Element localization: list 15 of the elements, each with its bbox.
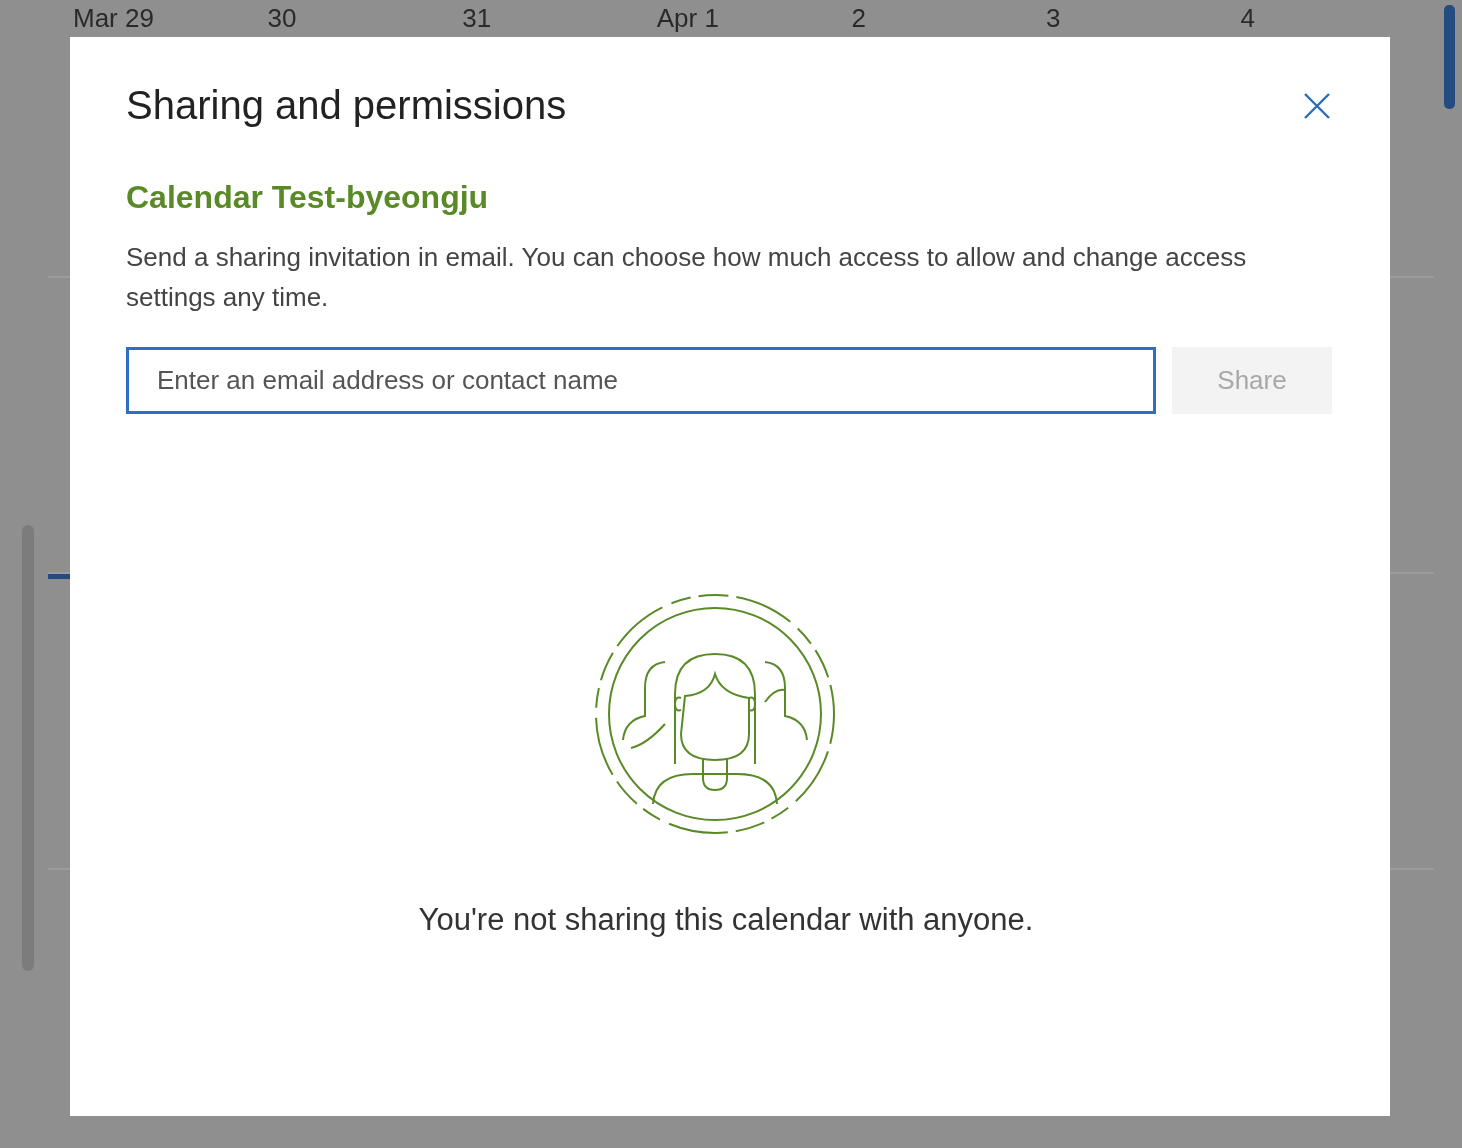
- empty-state-message: You're not sharing this calendar with anyone.: [418, 902, 1034, 938]
- day-header: 3: [1045, 2, 1061, 34]
- day-header: 4: [1240, 2, 1256, 34]
- description-text: Send a sharing invitation in email. You can choose how much access to allow and change access settings any time.: [126, 241, 1248, 314]
- dialog-title: Sharing and permissions: [126, 82, 567, 129]
- email-input-field[interactable]: Enter an email address or contact name: [126, 347, 1156, 414]
- day-header: 31: [462, 2, 492, 34]
- day-header: Apr 1: [656, 2, 719, 34]
- scrollbar-thumb[interactable]: [1444, 5, 1455, 109]
- calendar-name: Calendar Test-byeongju: [126, 178, 490, 217]
- time-indicator: [48, 574, 72, 579]
- day-header: 30: [267, 2, 297, 34]
- close-icon[interactable]: [1302, 91, 1332, 121]
- day-header: Mar 29: [73, 2, 154, 34]
- day-header: 2: [851, 2, 866, 34]
